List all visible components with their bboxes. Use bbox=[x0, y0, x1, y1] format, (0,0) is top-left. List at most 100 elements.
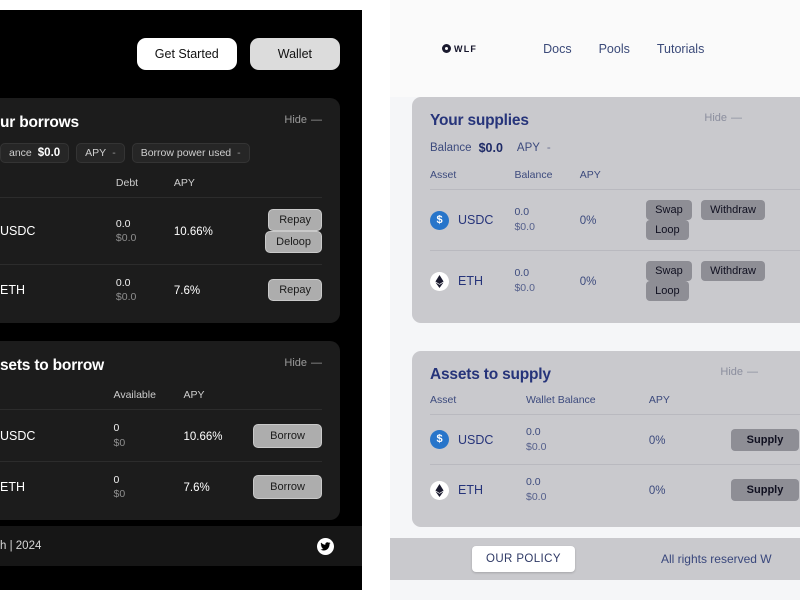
apy-value: 7.6% bbox=[173, 285, 201, 298]
assets-to-borrow-title: sets to borrow bbox=[0, 357, 104, 375]
table-row: ETH 0.0 $0.0 0% S bbox=[430, 250, 800, 311]
col-asset bbox=[0, 389, 114, 410]
hide-dash-icon: — bbox=[311, 114, 322, 126]
supply-button[interactable]: Supply bbox=[730, 428, 800, 451]
loop-button[interactable]: Loop bbox=[646, 281, 689, 301]
wlf-logo[interactable]: WLF bbox=[442, 44, 477, 54]
right-footer: OUR POLICY All rights reserved W bbox=[390, 538, 800, 580]
your-borrows-hide-toggle[interactable]: Hide — bbox=[284, 114, 322, 126]
col-debt: Debt bbox=[115, 177, 139, 189]
balance-cell: 0.0 $0.0 bbox=[514, 250, 580, 311]
apy-cell: 10.66% bbox=[183, 409, 248, 462]
eth-icon bbox=[430, 480, 449, 500]
apy-value: 7.6% bbox=[183, 481, 210, 494]
balance-label: Balance bbox=[430, 142, 472, 154]
withdraw-button[interactable]: Withdraw bbox=[701, 261, 765, 281]
table-row: USDC 0.0 $0.0 10.66% Repay Deloop bbox=[0, 197, 322, 265]
usdc-icon: $ bbox=[430, 430, 449, 450]
apy-cell: 10.66% bbox=[173, 197, 239, 265]
apy-value: 10.66% bbox=[183, 430, 223, 443]
apy-value: - bbox=[546, 142, 551, 154]
swap-button[interactable]: Swap bbox=[646, 200, 692, 220]
your-supplies-title: Your supplies bbox=[430, 112, 529, 129]
balance-usd: $0.0 bbox=[514, 282, 535, 294]
available-cell: 0 $0 bbox=[113, 460, 184, 513]
assets-to-borrow-table: Available APY USDC 0 $0 10.66% Borrow ET… bbox=[0, 389, 322, 513]
your-supplies-hide-toggle[interactable]: Hide — bbox=[704, 112, 742, 124]
nav-links: Docs Pools Tutorials bbox=[543, 42, 704, 56]
assets-to-supply-hide-toggle[interactable]: Hide — bbox=[720, 366, 758, 378]
borrow-power-pill: Borrow power used - bbox=[131, 143, 250, 163]
table-header-row: Asset Wallet Balance APY bbox=[430, 394, 800, 415]
your-supplies-summary: Balance $0.0 APY - bbox=[430, 141, 800, 155]
loop-button[interactable]: Loop bbox=[646, 220, 689, 240]
usdc-icon: $ bbox=[430, 210, 449, 230]
balance-pill-value: $0.0 bbox=[37, 147, 61, 159]
balance-cell: 0.0 $0.0 bbox=[514, 189, 580, 251]
our-policy-button[interactable]: OUR POLICY bbox=[472, 546, 575, 572]
swap-button[interactable]: Swap bbox=[646, 261, 692, 281]
wallet-amount: 0.0 bbox=[526, 426, 541, 438]
apy-cell: 7.6% bbox=[173, 264, 239, 316]
wallet-usd: $0.0 bbox=[526, 440, 547, 453]
assets-to-borrow-hide-toggle[interactable]: Hide — bbox=[284, 357, 322, 369]
wallet-balance-cell: 0.0 $0.0 bbox=[526, 464, 649, 515]
borrow-power-value: - bbox=[237, 147, 241, 159]
col-asset: Asset bbox=[430, 394, 457, 406]
repay-button[interactable]: Repay bbox=[268, 279, 322, 302]
wallet-usd: $0.0 bbox=[526, 491, 547, 504]
debt-amount: 0.0 bbox=[115, 217, 131, 230]
get-started-button[interactable]: Get Started bbox=[136, 38, 237, 70]
hide-label: Hide bbox=[284, 114, 307, 126]
asset-name: ETH bbox=[0, 479, 25, 494]
available-cell: 0 $0 bbox=[113, 409, 184, 462]
asset-cell: ETH bbox=[0, 264, 116, 316]
repay-button[interactable]: Repay bbox=[268, 209, 322, 231]
col-apy: APY bbox=[579, 169, 601, 181]
supply-button[interactable]: Supply bbox=[730, 479, 800, 502]
assets-to-borrow-header: sets to borrow Hide — bbox=[0, 357, 322, 375]
your-borrows-summary-pills: ance $0.0 APY - Borrow power used - bbox=[0, 143, 322, 163]
nav-link-docs[interactable]: Docs bbox=[543, 42, 571, 56]
balance-usd: $0.0 bbox=[514, 221, 535, 233]
col-available: Available bbox=[113, 389, 156, 402]
table-header-row: Asset Balance APY bbox=[430, 169, 800, 190]
left-dark-app-panel: Get Started Wallet ur borrows Hide — ance… bbox=[0, 10, 362, 590]
apy-value: 0% bbox=[579, 215, 597, 227]
twitter-icon[interactable] bbox=[317, 537, 334, 555]
available-usd: $0 bbox=[113, 487, 126, 500]
available-amount: 0 bbox=[113, 422, 120, 435]
debt-cell: 0.0 $0.0 bbox=[115, 264, 174, 316]
assets-to-supply-title: Assets to supply bbox=[430, 366, 551, 383]
table-row: ETH 0.0 $0.0 7.6% Repay bbox=[0, 264, 322, 316]
apy-cell: 7.6% bbox=[183, 460, 248, 513]
apy-value: 0% bbox=[579, 276, 597, 288]
asset-name: USDC bbox=[458, 432, 494, 447]
actions-cell: Repay Deloop bbox=[238, 197, 322, 265]
asset-name: USDC bbox=[458, 213, 494, 227]
col-asset bbox=[0, 177, 116, 198]
nav-link-tutorials[interactable]: Tutorials bbox=[657, 42, 704, 56]
apy-cell: 0% bbox=[579, 189, 642, 251]
hide-dash-icon: — bbox=[747, 366, 758, 378]
asset-cell: $ USDC bbox=[430, 413, 526, 465]
balance-pill: ance $0.0 bbox=[0, 143, 70, 163]
deloop-button[interactable]: Deloop bbox=[265, 231, 322, 253]
asset-name: USDC bbox=[0, 428, 36, 443]
nav-link-pools[interactable]: Pools bbox=[599, 42, 630, 56]
borrow-button[interactable]: Borrow bbox=[253, 474, 322, 499]
balance-amount: 0.0 bbox=[514, 267, 530, 280]
withdraw-button[interactable]: Withdraw bbox=[701, 200, 765, 220]
apy-cell: 0% bbox=[579, 250, 642, 311]
asset-cell: ETH bbox=[0, 460, 114, 513]
your-supplies-table: Asset Balance APY $ USDC 0.0 $0.0 0% Swa… bbox=[430, 169, 800, 311]
asset-name: ETH bbox=[0, 283, 25, 298]
apy-cell: 0% bbox=[648, 413, 726, 465]
col-wallet-balance: Wallet Balance bbox=[526, 394, 596, 406]
borrow-button[interactable]: Borrow bbox=[253, 423, 322, 448]
left-footer-copyright: h | 2024 bbox=[0, 540, 42, 552]
wallet-button[interactable]: Wallet bbox=[249, 38, 340, 70]
asset-cell: ETH bbox=[430, 250, 515, 311]
table-row: USDC 0 $0 10.66% Borrow bbox=[0, 409, 322, 462]
actions-cell: Supply bbox=[725, 413, 800, 465]
